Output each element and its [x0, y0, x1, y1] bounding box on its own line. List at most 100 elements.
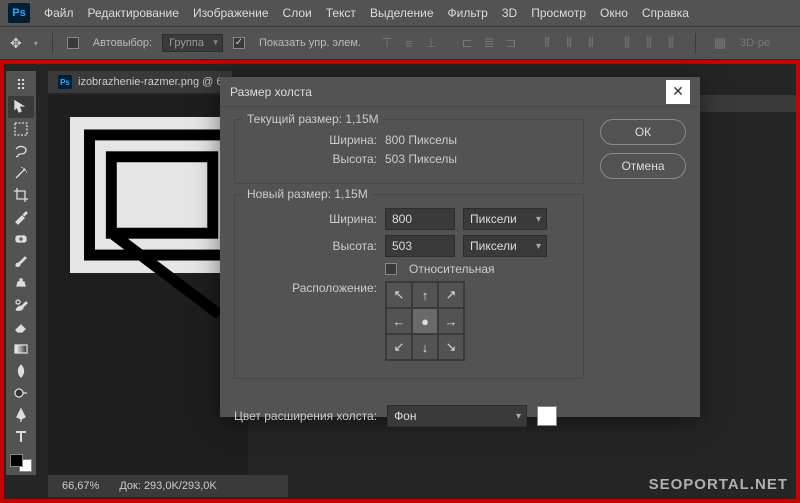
- align-vmid-icon[interactable]: ≡: [399, 33, 419, 53]
- menu-3d[interactable]: 3D: [502, 6, 517, 20]
- align-hmid-icon[interactable]: ≣: [479, 33, 499, 53]
- pen-tool[interactable]: [8, 404, 34, 426]
- brush-tool[interactable]: [8, 250, 34, 272]
- menu-file[interactable]: Файл: [44, 6, 74, 20]
- arrange-icon[interactable]: ▦: [710, 33, 730, 53]
- anchor-label: Расположение:: [247, 281, 377, 295]
- zoom-level[interactable]: 66,67%: [62, 480, 99, 492]
- dialog-titlebar[interactable]: Размер холста ✕: [220, 77, 700, 107]
- new-height-label: Высота:: [247, 239, 377, 253]
- dist-hmid-icon[interactable]: ⫼: [639, 33, 659, 53]
- relative-checkbox[interactable]: [385, 263, 397, 275]
- anchor-center[interactable]: ●: [412, 308, 438, 334]
- anchor-grid[interactable]: ↖ ↑ ↗ ← ● → ↙ ↓ ↘: [385, 281, 465, 361]
- dist-right-icon[interactable]: ⫼: [661, 33, 681, 53]
- show-controls-label: Показать упр. элем.: [259, 37, 361, 49]
- canvas-area[interactable]: [48, 95, 248, 475]
- anchor-se[interactable]: ↘: [438, 334, 464, 360]
- dist-vmid-icon[interactable]: ⫴: [559, 33, 579, 53]
- menu-text[interactable]: Текст: [326, 6, 356, 20]
- menu-view[interactable]: Просмотр: [531, 6, 586, 20]
- ok-button[interactable]: ОК: [600, 119, 686, 145]
- magic-wand-tool[interactable]: [8, 162, 34, 184]
- anchor-e[interactable]: →: [438, 308, 464, 334]
- anchor-w[interactable]: ←: [386, 308, 412, 334]
- ext-color-select[interactable]: Фон: [387, 405, 527, 427]
- current-size-label: Текущий размер:: [247, 112, 342, 126]
- new-size-label: Новый размер:: [247, 187, 331, 201]
- menu-edit[interactable]: Редактирование: [88, 6, 179, 20]
- eyedropper-tool[interactable]: [8, 206, 34, 228]
- new-width-input[interactable]: [385, 208, 455, 230]
- canvas-artwork: [84, 129, 240, 260]
- dist-bottom-icon[interactable]: ⫴: [581, 33, 601, 53]
- marquee-tool[interactable]: [8, 118, 34, 140]
- new-height-input[interactable]: [385, 235, 455, 257]
- align-right-icon[interactable]: ⊐: [501, 33, 521, 53]
- blur-tool[interactable]: [8, 360, 34, 382]
- autoselect-type-dropdown[interactable]: Группа: [162, 34, 223, 52]
- app-logo-icon: Ps: [8, 3, 30, 23]
- align-top-icon[interactable]: ⊤: [377, 33, 397, 53]
- divider: [695, 33, 696, 53]
- mode-3d-label[interactable]: 3D-ре: [740, 37, 770, 49]
- move-tool-icon[interactable]: ✥: [10, 35, 22, 52]
- document-name: izobrazhenie-razmer.png @ 6: [78, 76, 222, 88]
- divider: [52, 33, 53, 53]
- anchor-nw[interactable]: ↖: [386, 282, 412, 308]
- new-width-label: Ширина:: [247, 212, 377, 226]
- dist-top-icon[interactable]: ⫴: [537, 33, 557, 53]
- menu-image[interactable]: Изображение: [193, 6, 269, 20]
- history-brush-tool[interactable]: [8, 294, 34, 316]
- menu-filter[interactable]: Фильтр: [448, 6, 488, 20]
- align-left-icon[interactable]: ⊏: [457, 33, 477, 53]
- menu-layers[interactable]: Слои: [283, 6, 312, 20]
- anchor-sw[interactable]: ↙: [386, 334, 412, 360]
- anchor-n[interactable]: ↑: [412, 282, 438, 308]
- file-type-icon: Ps: [58, 75, 72, 89]
- align-bottom-icon[interactable]: ⊥: [421, 33, 441, 53]
- dist-left-icon[interactable]: ⫼: [617, 33, 637, 53]
- doc-size-value: 293,0K/293,0K: [144, 480, 217, 492]
- status-bar: 66,67% Док: 293,0K/293,0K: [48, 475, 288, 497]
- ext-color-swatch[interactable]: [537, 406, 557, 426]
- watermark: SEOPORTAL.NET: [649, 476, 788, 493]
- dodge-tool[interactable]: [8, 382, 34, 404]
- left-toolbar: ⠿: [6, 71, 36, 475]
- anchor-s[interactable]: ↓: [412, 334, 438, 360]
- current-height-value: 503 Пикселы: [385, 152, 457, 166]
- show-controls-checkbox[interactable]: [233, 37, 245, 49]
- menu-select[interactable]: Выделение: [370, 6, 434, 20]
- new-height-unit-select[interactable]: Пиксели: [463, 235, 547, 257]
- move-tool[interactable]: [8, 96, 34, 118]
- close-button[interactable]: ✕: [666, 80, 690, 104]
- current-width-value: 800 Пикселы: [385, 133, 457, 147]
- tool-preset-chevron-icon[interactable]: ▾: [34, 39, 38, 48]
- type-tool[interactable]: [8, 426, 34, 448]
- healing-brush-tool[interactable]: [8, 228, 34, 250]
- autoselect-label: Автовыбор:: [93, 37, 152, 49]
- new-size-group: Новый размер: 1,15М Ширина: Пиксели Высо…: [234, 194, 584, 379]
- cancel-button[interactable]: Отмена: [600, 153, 686, 179]
- menu-help[interactable]: Справка: [642, 6, 689, 20]
- document-tab[interactable]: Ps izobrazhenie-razmer.png @ 6: [48, 71, 232, 93]
- crop-tool[interactable]: [8, 184, 34, 206]
- menu-bar: Ps Файл Редактирование Изображение Слои …: [0, 0, 800, 26]
- gradient-tool[interactable]: [8, 338, 34, 360]
- current-size-group: Текущий размер: 1,15M Ширина: 800 Пиксел…: [234, 119, 584, 184]
- current-height-label: Высота:: [247, 152, 377, 166]
- autoselect-checkbox[interactable]: [67, 37, 79, 49]
- align-group: ⊤ ≡ ⊥: [377, 33, 441, 53]
- color-swatches[interactable]: [10, 454, 32, 472]
- clone-stamp-tool[interactable]: [8, 272, 34, 294]
- new-width-unit-select[interactable]: Пиксели: [463, 208, 547, 230]
- lasso-tool[interactable]: [8, 140, 34, 162]
- ext-color-label: Цвет расширения холста:: [234, 409, 377, 423]
- eraser-tool[interactable]: [8, 316, 34, 338]
- grip-icon[interactable]: ⠿: [8, 74, 34, 96]
- anchor-ne[interactable]: ↗: [438, 282, 464, 308]
- relative-label: Относительная: [409, 262, 495, 276]
- canvas-size-dialog: Размер холста ✕ Текущий размер: 1,15M Ши…: [220, 77, 700, 417]
- current-size-value: 1,15M: [345, 112, 378, 126]
- menu-window[interactable]: Окно: [600, 6, 628, 20]
